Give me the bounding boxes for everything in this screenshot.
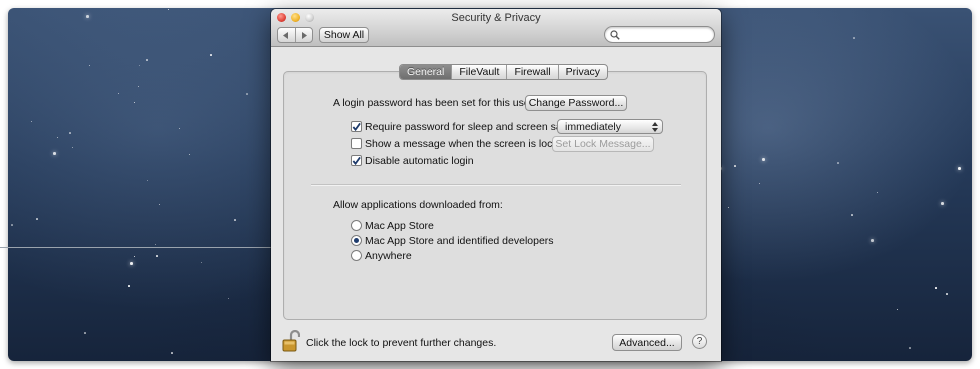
chevron-left-icon (283, 31, 289, 39)
radio-selected-dot (354, 238, 359, 243)
star (189, 154, 190, 155)
disable-auto-login-label: Disable automatic login (365, 155, 474, 167)
star (57, 137, 58, 138)
star (210, 54, 212, 56)
change-password-button[interactable]: Change Password... (525, 95, 627, 111)
help-button[interactable]: ? (692, 334, 707, 349)
radio-anywhere[interactable] (351, 250, 362, 261)
forward-button[interactable] (294, 28, 313, 42)
show-message-checkbox[interactable] (351, 138, 362, 149)
radio-label-mac-app-store: Mac App Store (365, 220, 434, 232)
tab-filevault[interactable]: FileVault (451, 65, 506, 79)
star (171, 352, 173, 354)
star (134, 102, 135, 103)
star (155, 244, 156, 245)
tab-bar: General FileVault Firewall Privacy (399, 64, 609, 80)
star (762, 158, 765, 161)
window-toolbar: Security & Privacy Show All (271, 9, 721, 47)
star (138, 86, 139, 87)
star (31, 121, 32, 122)
section-divider (311, 184, 681, 185)
search-icon (610, 30, 620, 40)
star (146, 59, 148, 61)
window-title: Security & Privacy (451, 12, 541, 24)
star (11, 224, 13, 226)
star (734, 165, 736, 167)
require-password-delay-select[interactable]: immediately (557, 119, 663, 134)
star (118, 93, 119, 94)
star (156, 255, 158, 257)
radio-label-anywhere: Anywhere (365, 250, 412, 262)
star (69, 132, 71, 134)
star (72, 147, 73, 148)
star (86, 15, 89, 18)
unlocked-padlock-icon[interactable] (282, 330, 300, 352)
star (89, 65, 90, 66)
star (871, 239, 874, 242)
star (36, 218, 38, 220)
star (168, 9, 169, 10)
radio-label-identified-developers: Mac App Store and identified developers (365, 235, 554, 247)
star (941, 202, 944, 205)
require-password-delay-value: immediately (565, 120, 622, 133)
back-button[interactable] (278, 28, 295, 42)
star (130, 262, 133, 265)
require-password-checkbox[interactable] (351, 121, 362, 132)
tab-privacy[interactable]: Privacy (557, 65, 607, 79)
security-privacy-window: Security & Privacy Show All General File… (271, 9, 721, 361)
star (946, 293, 948, 295)
login-password-text: A login password has been set for this u… (333, 97, 534, 109)
search-field[interactable] (604, 26, 715, 43)
star (134, 256, 135, 257)
tab-general[interactable]: General (400, 65, 452, 79)
radio-identified-developers[interactable] (351, 235, 362, 246)
callout-line (0, 247, 287, 248)
star (853, 37, 855, 39)
star (897, 309, 898, 310)
star (851, 214, 853, 216)
back-forward-control (277, 27, 313, 43)
star (201, 262, 202, 263)
lock-status-text: Click the lock to prevent further change… (306, 337, 497, 349)
star (246, 93, 248, 95)
star (84, 332, 86, 334)
star (935, 287, 937, 289)
star (228, 298, 229, 299)
chevron-right-icon (301, 31, 307, 39)
checkmark-icon (352, 122, 361, 131)
star (759, 183, 760, 184)
star (958, 167, 961, 170)
tab-firewall[interactable]: Firewall (506, 65, 557, 79)
star (234, 219, 236, 221)
advanced-button[interactable]: Advanced... (612, 334, 682, 351)
star (179, 128, 180, 129)
show-all-button[interactable]: Show All (319, 27, 369, 43)
star (128, 285, 130, 287)
star (159, 204, 160, 205)
up-down-arrows-icon (652, 122, 658, 132)
checkmark-icon (352, 156, 361, 165)
radio-mac-app-store[interactable] (351, 220, 362, 231)
star (53, 152, 56, 155)
star (837, 162, 839, 164)
star (728, 207, 729, 208)
star (909, 347, 911, 349)
show-message-label: Show a message when the screen is locked (365, 138, 570, 150)
disable-auto-login-checkbox[interactable] (351, 155, 362, 166)
star (877, 192, 878, 193)
require-password-label: Require password for sleep and screen sa… (365, 121, 577, 133)
set-lock-message-button[interactable]: Set Lock Message... (552, 136, 654, 152)
star (139, 65, 140, 66)
downloads-heading: Allow applications downloaded from: (333, 199, 503, 211)
star (147, 180, 148, 181)
